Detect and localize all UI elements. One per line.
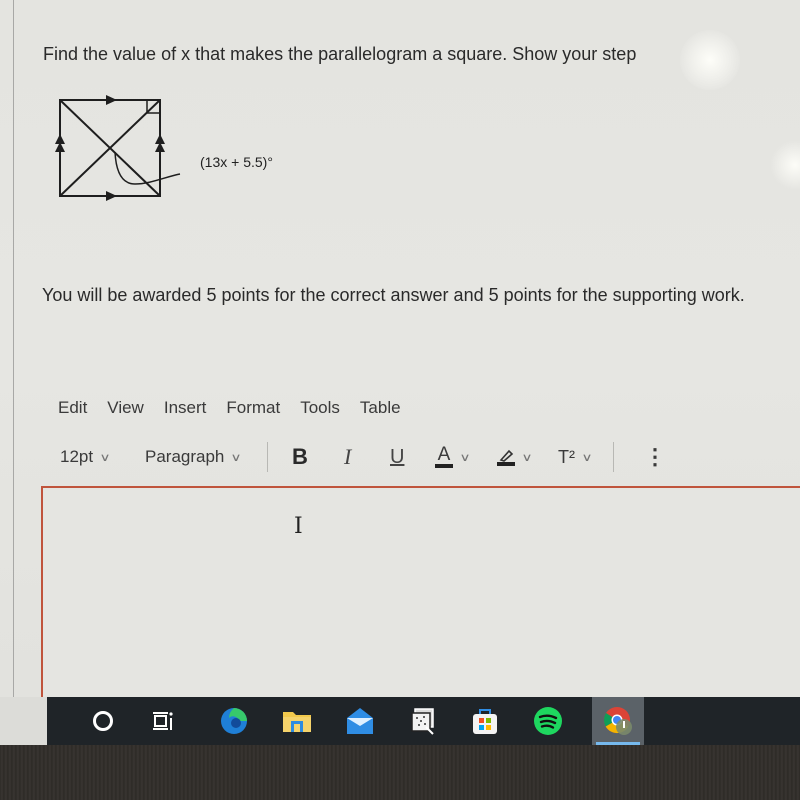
text-cursor-icon: I: [294, 514, 303, 539]
block-format-value: Paragraph: [145, 447, 225, 466]
square-diagram: [55, 95, 181, 201]
folder-icon: [283, 712, 311, 732]
taskbar-mail[interactable]: [338, 697, 382, 745]
superscript-icon: T²: [558, 446, 575, 467]
taskbar-edge[interactable]: [212, 697, 256, 745]
angle-expression: (13x + 5.5)°: [200, 154, 273, 170]
underline-icon: U: [390, 445, 405, 468]
highlight-color-button[interactable]: ∨: [497, 442, 533, 472]
menu-edit[interactable]: Edit: [58, 398, 87, 418]
taskbar-microsoft-store[interactable]: [463, 697, 507, 745]
underline-button[interactable]: U: [390, 442, 404, 472]
superscript-button[interactable]: T² ∨: [558, 442, 593, 472]
taskbar-photos[interactable]: [401, 697, 445, 745]
menu-insert[interactable]: Insert: [164, 398, 207, 418]
taskbar-file-explorer[interactable]: [275, 697, 319, 745]
block-format-dropdown[interactable]: Paragraph ∨: [145, 442, 243, 472]
menu-view[interactable]: View: [107, 398, 144, 418]
more-options-button[interactable]: ⋮: [644, 442, 666, 472]
toolbar-divider: [613, 442, 614, 472]
search-button[interactable]: [81, 697, 125, 745]
monitor-bezel-texture: [0, 745, 800, 800]
task-view-icon: [153, 712, 173, 730]
chevron-down-icon: ∨: [459, 451, 471, 464]
screen-glare: [680, 30, 740, 90]
taskbar-spotify[interactable]: [526, 697, 570, 745]
highlighter-icon: [497, 448, 515, 466]
arrow-top: [106, 95, 117, 105]
points-instructions: You will be awarded 5 points for the cor…: [42, 285, 745, 305]
font-size-value: 12pt: [60, 447, 94, 466]
spotify-icon: [534, 707, 562, 735]
windows-taskbar: [47, 697, 800, 745]
menu-format[interactable]: Format: [226, 398, 280, 418]
font-size-dropdown[interactable]: 12pt ∨: [60, 442, 111, 472]
store-icon: [473, 709, 497, 734]
page-border: [13, 0, 14, 700]
chrome-icon: [603, 707, 632, 735]
cortana-circle-icon: [93, 711, 113, 731]
task-view-button[interactable]: [142, 697, 186, 745]
chevron-down-icon: ∨: [581, 451, 593, 464]
chevron-down-icon: ∨: [99, 451, 111, 464]
italic-icon: I: [344, 444, 352, 469]
taskbar-chrome[interactable]: [592, 697, 644, 745]
photos-icon: [411, 708, 434, 735]
desktop-edge: [0, 697, 47, 747]
editor-toolbar: 12pt ∨ Paragraph ∨ B I U A ∨ ∨ T² ∨ ⋮: [60, 442, 680, 472]
mail-icon: [347, 708, 373, 734]
arrow-bottom: [106, 191, 117, 201]
toolbar-divider: [267, 442, 268, 472]
bold-button[interactable]: B: [292, 442, 308, 472]
rich-text-editor[interactable]: [41, 486, 800, 716]
chevron-down-icon: ∨: [521, 451, 533, 464]
menu-table[interactable]: Table: [360, 398, 401, 418]
edge-icon: [221, 708, 247, 734]
question-prompt: Find the value of x that makes the paral…: [43, 44, 637, 64]
italic-button[interactable]: I: [344, 442, 351, 472]
menu-tools[interactable]: Tools: [300, 398, 340, 418]
text-color-button[interactable]: A ∨: [435, 442, 471, 472]
angle-arc: [114, 151, 181, 185]
more-vertical-icon: ⋮: [644, 444, 666, 469]
text-color-icon: A: [435, 445, 453, 468]
editor-menubar: Edit View Insert Format Tools Table: [58, 398, 421, 418]
bold-icon: B: [292, 444, 308, 469]
chevron-down-icon: ∨: [230, 451, 243, 464]
